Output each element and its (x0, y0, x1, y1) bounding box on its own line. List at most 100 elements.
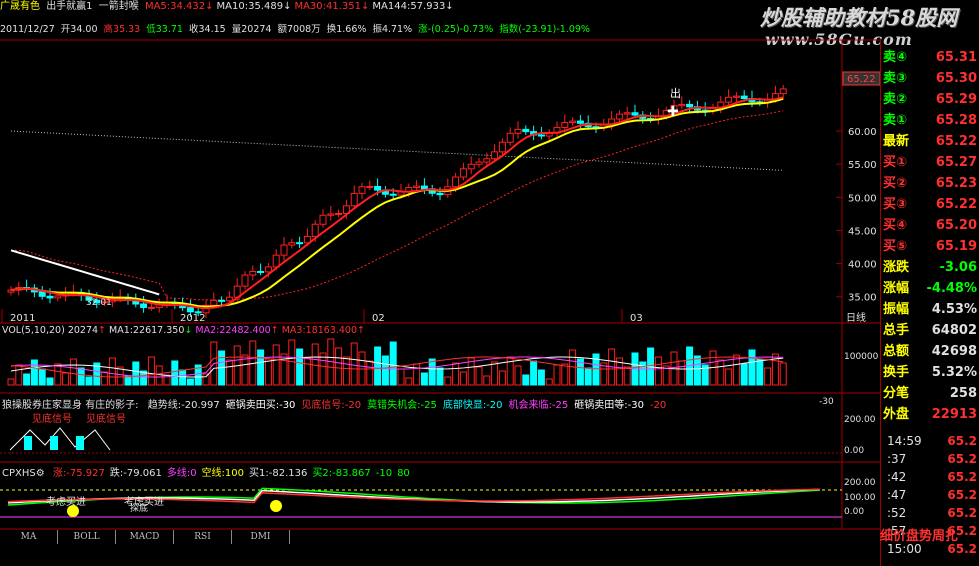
bottom-signal-label: 见底信号 (86, 414, 126, 425)
volume-bar (498, 370, 506, 386)
volume-bar (623, 366, 631, 386)
volume-bar (428, 358, 436, 386)
price-label: 35.00 (848, 293, 877, 304)
candle-body (436, 192, 444, 196)
candle-body (483, 158, 491, 163)
period-label: 日线 (846, 311, 866, 324)
high-price-marker: 出 (670, 86, 681, 100)
indicator4-value-0: 涨:-75.927 (52, 468, 105, 479)
stat-4[interactable]: 总额 42698 (881, 342, 979, 361)
sell-level-4[interactable]: 卖④ 65.31 (881, 48, 979, 67)
indicator4-axis-bottom: 0.00 (844, 507, 865, 517)
volume-bar (54, 363, 62, 386)
volume-bar (444, 376, 452, 386)
stat-2-label: 振幅 (883, 302, 910, 317)
volume-bar (405, 377, 413, 386)
tab-macd[interactable]: MACD (116, 530, 174, 544)
settings-gear-icon[interactable]: ⚙ (36, 468, 45, 479)
indicator4-value-6: -10 (375, 468, 393, 479)
indicator3-right-value: -30 (819, 397, 834, 407)
price-label: 60.00 (848, 127, 877, 138)
volume-bars[interactable] (7, 338, 787, 386)
tick-row[interactable]: :37 65.2 (881, 450, 979, 468)
tick-row[interactable]: :47 65.2 (881, 486, 979, 504)
volume-value: 20274 (67, 325, 99, 336)
candle-body (374, 185, 382, 191)
buy-level-5-label: 买⑤ (883, 239, 908, 254)
candle-body (506, 132, 514, 143)
volume-bar (584, 367, 592, 386)
volume-bar (303, 357, 311, 386)
quote-panel-tabs[interactable]: 细价盘势周扎 (880, 526, 979, 548)
indicator4-value-5: 买2:-83.867 (312, 468, 371, 479)
quote-panel: 卖④ 65.31 卖③ 65.30 卖② 65.29 卖① 65.28 最新 65.22 买① 65.… (880, 40, 979, 566)
volume-bar (725, 368, 733, 386)
candle-body (280, 244, 288, 256)
stat-7[interactable]: 外盘 22913 (881, 405, 979, 424)
stat-2[interactable]: 振幅 4.53% (881, 300, 979, 319)
candle-body (420, 185, 428, 190)
stat-0[interactable]: 涨跌 -3.06 (881, 258, 979, 277)
tick-row[interactable]: :42 65.2 (881, 468, 979, 486)
stat-1-value: -4.48% (926, 281, 978, 296)
buy-level-1-label: 买① (883, 155, 908, 170)
volume-bar (678, 360, 686, 386)
tick-time: :42 (887, 470, 907, 484)
price-grid (836, 130, 842, 298)
candle-body (459, 168, 467, 178)
buy-level-5[interactable]: 买⑤ 65.19 (881, 237, 979, 256)
tick-time: :47 (887, 488, 907, 502)
candle-body (366, 185, 374, 188)
indicator4-axis-mid: 100.00 (844, 493, 876, 503)
volume-bar (553, 364, 561, 386)
stat-3[interactable]: 总手 64802 (881, 321, 979, 340)
buy-level-3-label: 买③ (883, 197, 908, 212)
stat-6[interactable]: 分笔 258 (881, 384, 979, 403)
volume-bar (374, 346, 382, 386)
indicator3-value-2: 见底信号:-20 (301, 400, 362, 411)
stat-1-label: 涨幅 (883, 281, 910, 296)
tab-dmi[interactable]: DMI (232, 530, 290, 544)
sell-level-2[interactable]: 卖② 65.29 (881, 90, 979, 109)
tab-boll[interactable]: BOLL (58, 530, 116, 544)
volume-bar (264, 358, 272, 386)
stat-1[interactable]: 涨幅 -4.48% (881, 279, 979, 298)
buy-level-1[interactable]: 买① 65.27 (881, 153, 979, 172)
indicator-tabs: MA BOLL MACD RSI DMI (0, 530, 880, 544)
tab-rsi[interactable]: RSI (174, 530, 232, 544)
buy-level-4[interactable]: 买④ 65.20 (881, 216, 979, 235)
volume-bar (452, 362, 460, 386)
indicator3-axis-bottom: 0.00 (844, 446, 865, 456)
candle-body (210, 299, 218, 306)
sell-level-1[interactable]: 卖① 65.28 (881, 111, 979, 130)
crosshair-cursor-icon[interactable]: ✚ (667, 104, 679, 120)
volume-bar (30, 359, 38, 386)
candle-body (491, 151, 499, 160)
candle-body (522, 128, 530, 133)
tick-price: 65.2 (947, 506, 977, 520)
candle-body (288, 242, 296, 246)
chart-area[interactable]: 60.00 55.00 50.00 45.00 40.00 35.00 2011 2012 0… (0, 0, 880, 530)
tick-row[interactable]: 14:59 65.2 (881, 432, 979, 450)
volume-bar (397, 368, 405, 386)
latest-price[interactable]: 最新 65.22 (881, 132, 979, 151)
volume-ma1: MA1:22617.350 (109, 325, 185, 336)
indicator4-name[interactable]: CPXHS (2, 468, 36, 479)
tick-row[interactable]: :52 65.2 (881, 504, 979, 522)
stat-0-value: -3.06 (939, 260, 977, 275)
buy-level-2[interactable]: 买② 65.23 (881, 174, 979, 193)
candle-body (350, 192, 358, 207)
tick-time: :52 (887, 506, 907, 520)
tick-time: 14:59 (887, 434, 922, 448)
smiley-face-icon (270, 500, 282, 512)
buy-level-3[interactable]: 买③ 65.22 (881, 195, 979, 214)
stat-5[interactable]: 换手 5.32% (881, 363, 979, 382)
volume-bar (717, 359, 725, 386)
tab-ma[interactable]: MA (0, 530, 58, 544)
volume-bar (46, 377, 54, 386)
volume-bar (693, 355, 701, 386)
candle-body (147, 306, 155, 309)
sell-level-3[interactable]: 卖③ 65.30 (881, 69, 979, 88)
date-axis-labels: 2011 2012 02 03 日线 (1, 309, 866, 324)
volume-bar (69, 358, 77, 386)
